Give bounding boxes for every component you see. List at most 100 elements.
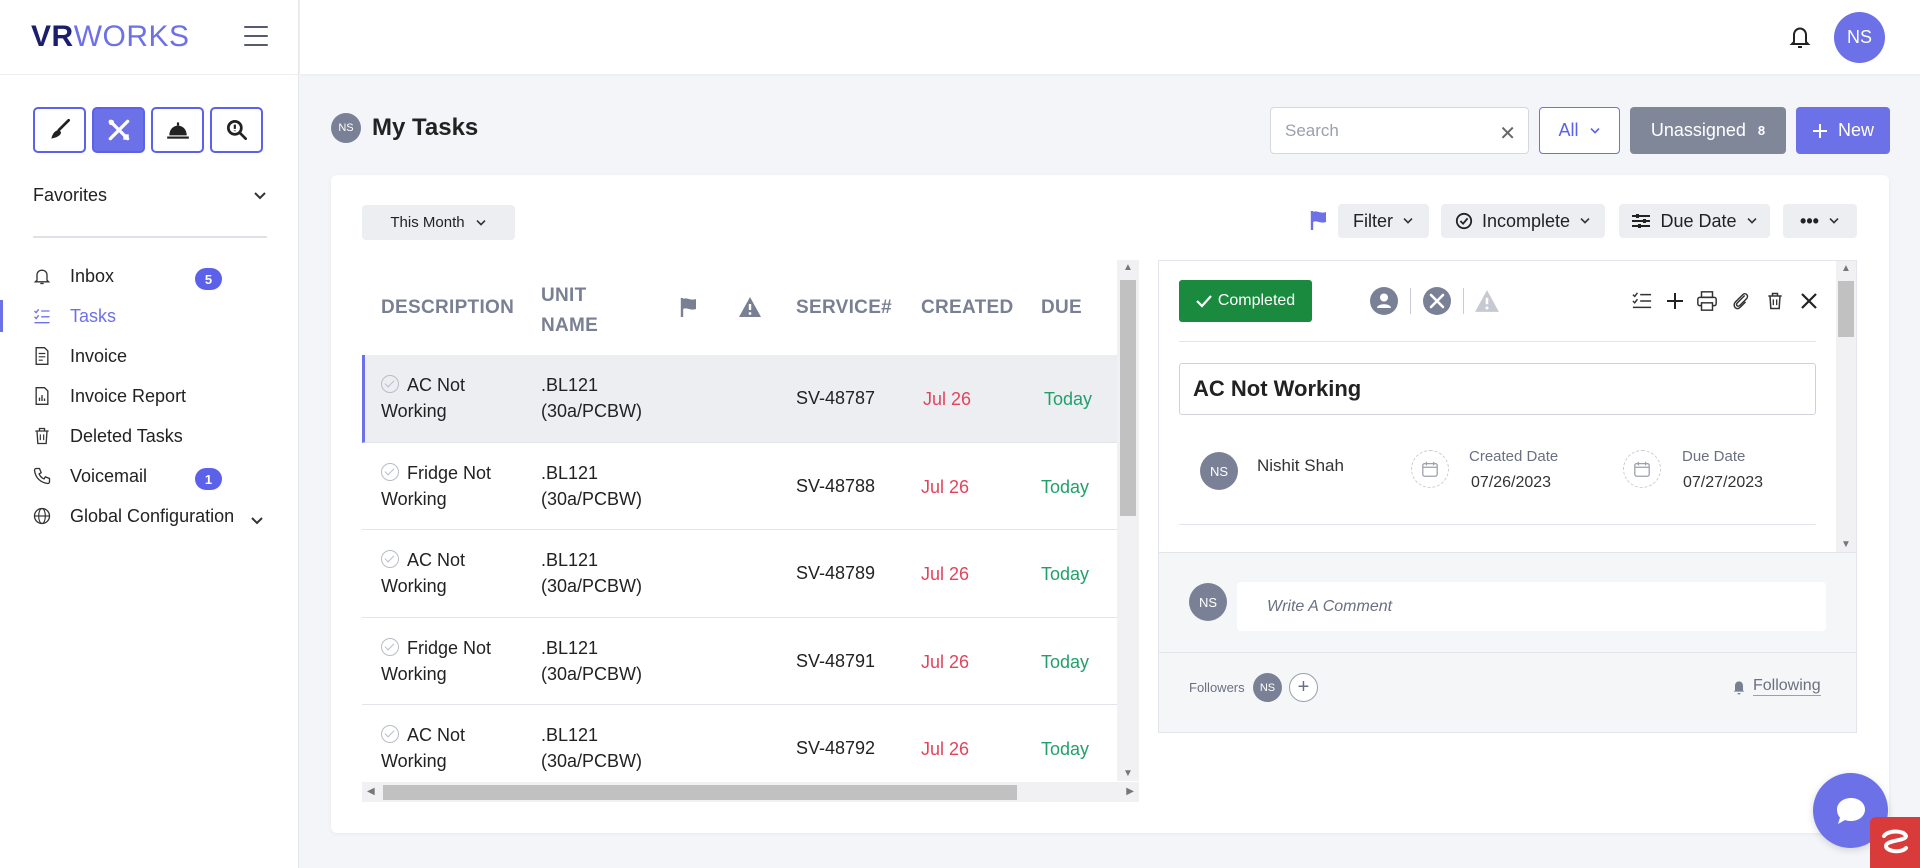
search-field[interactable]: ✕ — [1270, 107, 1529, 154]
sidebar-item-label: Inbox — [70, 265, 115, 286]
calendar-icon[interactable] — [1623, 450, 1661, 488]
scroll-down-icon[interactable]: ▼ — [1841, 539, 1851, 550]
attachment-icon[interactable] — [1726, 286, 1756, 316]
table-row[interactable]: AC Not Working .BL121 (30a/PCBW) SV-48789 … — [362, 530, 1119, 618]
period-label: This Month — [390, 214, 465, 231]
new-label: New — [1837, 120, 1874, 140]
table-row[interactable]: AC Not Working .BL121 (30a/PCBW) SV-48792 … — [362, 705, 1119, 793]
sidebar-item-invoice[interactable]: Invoice — [0, 336, 299, 376]
column-header-service[interactable]: SERVICE# — [796, 297, 892, 319]
following-label: Following — [1753, 677, 1821, 696]
scroll-up-icon[interactable]: ▲ — [1123, 262, 1133, 273]
created-date-value[interactable]: 07/26/2023 — [1471, 474, 1551, 492]
followers-label: Followers — [1189, 680, 1245, 695]
scroll-down-icon[interactable]: ▼ — [1123, 768, 1133, 779]
scroll-right-icon[interactable]: ▶ — [1126, 786, 1134, 797]
close-icon[interactable] — [1794, 286, 1824, 316]
assignee-avatar[interactable]: NS — [1200, 452, 1238, 490]
column-header-created[interactable]: CREATED — [921, 297, 1014, 319]
warning-column-icon[interactable] — [738, 296, 762, 324]
unassigned-button[interactable]: Unassigned 8 — [1630, 107, 1786, 154]
new-task-button[interactable]: New — [1796, 107, 1890, 154]
detail-scrollbar[interactable]: ▲ ▼ — [1836, 261, 1856, 552]
table-horizontal-scrollbar[interactable]: ◀ ▶ — [362, 782, 1139, 802]
inspect-search-icon[interactable] — [210, 107, 263, 153]
service-cell: SV-48791 — [796, 650, 876, 671]
unassigned-count: 8 — [1757, 123, 1766, 138]
scrollbar-thumb[interactable] — [1120, 280, 1136, 516]
broom-icon[interactable] — [33, 107, 86, 153]
status-dropdown[interactable]: Incomplete — [1441, 204, 1605, 238]
due-date-value[interactable]: 07/27/2023 — [1683, 474, 1763, 492]
more-options-dropdown[interactable]: ••• — [1783, 204, 1857, 238]
table-row[interactable]: AC Not Working .BL121 (30a/PCBW) SV-48787 … — [362, 355, 1119, 443]
follower-avatar[interactable]: NS — [1253, 673, 1282, 702]
sidebar-item-invoice-report[interactable]: Invoice Report — [0, 376, 299, 416]
column-header-description[interactable]: DESCRIPTION — [381, 297, 514, 319]
favorites-dropdown[interactable]: Favorites — [33, 185, 267, 206]
add-icon[interactable] — [1660, 286, 1690, 316]
column-header-due[interactable]: DUE — [1041, 297, 1082, 319]
assignee-name[interactable]: Nishit Shah — [1257, 456, 1344, 476]
service-cell: SV-48788 — [796, 475, 876, 496]
sidebar-item-voicemail[interactable]: Voicemail 1 — [0, 456, 299, 496]
due-cell: Today — [1041, 476, 1090, 497]
search-input[interactable] — [1285, 120, 1485, 141]
created-cell: Jul 26 — [921, 651, 970, 672]
complete-check-icon[interactable] — [381, 375, 399, 393]
sidebar-item-deleted-tasks[interactable]: Deleted Tasks — [0, 416, 299, 456]
sort-dropdown[interactable]: Due Date — [1619, 204, 1770, 238]
hamburger-menu-icon[interactable] — [244, 26, 268, 46]
flag-filter-icon[interactable] — [1309, 209, 1329, 236]
trash-icon[interactable] — [1760, 286, 1790, 316]
scroll-up-icon[interactable]: ▲ — [1841, 263, 1851, 274]
calendar-icon[interactable] — [1411, 450, 1449, 488]
completed-button[interactable]: Completed — [1179, 280, 1312, 322]
sliders-icon — [1632, 214, 1651, 228]
scrollbar-thumb[interactable] — [1838, 281, 1854, 337]
column-header-unit-name[interactable]: UNIT NAME — [541, 281, 598, 341]
period-dropdown[interactable]: This Month — [362, 205, 515, 240]
filter-dropdown[interactable]: Filter — [1338, 204, 1429, 238]
tools-category-icon[interactable] — [1422, 286, 1452, 316]
toolbar-separator — [1410, 288, 1411, 314]
status-label: Incomplete — [1481, 210, 1571, 231]
scope-all-dropdown[interactable]: All — [1539, 107, 1620, 154]
task-title-field[interactable]: AC Not Working — [1179, 363, 1816, 415]
complete-check-icon[interactable] — [381, 550, 399, 568]
clear-search-icon[interactable]: ✕ — [1499, 121, 1516, 146]
flag-column-icon[interactable] — [678, 296, 700, 324]
checklist-icon[interactable] — [1627, 286, 1657, 316]
print-icon[interactable] — [1692, 286, 1722, 316]
complete-check-icon[interactable] — [381, 462, 399, 481]
brand-corner-logo-icon[interactable] — [1870, 817, 1920, 868]
table-row[interactable]: Fridge Not Working .BL121 (30a/PCBW) SV-48… — [362, 443, 1119, 530]
service-bell-icon[interactable] — [151, 107, 204, 153]
app-logo[interactable]: VRWORKS — [31, 20, 190, 54]
tools-icon[interactable] — [92, 107, 145, 153]
detail-divider — [1179, 524, 1816, 525]
table-vertical-scrollbar[interactable]: ▲ ▼ — [1117, 260, 1139, 781]
scope-label: All — [1558, 120, 1579, 140]
service-cell: SV-48789 — [796, 563, 876, 583]
page-title: My Tasks — [372, 114, 479, 141]
notifications-bell-icon[interactable] — [1788, 24, 1812, 55]
add-follower-button[interactable]: + — [1289, 673, 1318, 702]
complete-check-icon[interactable] — [381, 725, 399, 743]
scroll-left-icon[interactable]: ◀ — [367, 786, 375, 797]
sidebar-item-tasks[interactable]: Tasks — [0, 296, 299, 336]
sidebar-item-global-configuration[interactable]: Global Configuration — [0, 496, 299, 536]
sidebar-item-inbox[interactable]: Inbox 5 — [0, 256, 299, 296]
assign-user-icon[interactable] — [1369, 286, 1399, 316]
scrollbar-thumb[interactable] — [383, 785, 1017, 800]
checklist-icon — [31, 305, 53, 327]
warning-icon[interactable] — [1472, 286, 1502, 316]
globe-icon — [31, 505, 53, 527]
created-cell: Jul 26 — [921, 564, 970, 584]
table-row[interactable]: Fridge Not Working .BL121 (30a/PCBW) SV-48… — [362, 618, 1119, 705]
user-avatar[interactable]: NS — [1834, 12, 1885, 63]
chevron-down-icon — [1829, 218, 1839, 224]
complete-check-icon[interactable] — [381, 637, 399, 656]
comment-input[interactable] — [1237, 582, 1826, 631]
following-toggle[interactable]: Following — [1731, 677, 1821, 696]
